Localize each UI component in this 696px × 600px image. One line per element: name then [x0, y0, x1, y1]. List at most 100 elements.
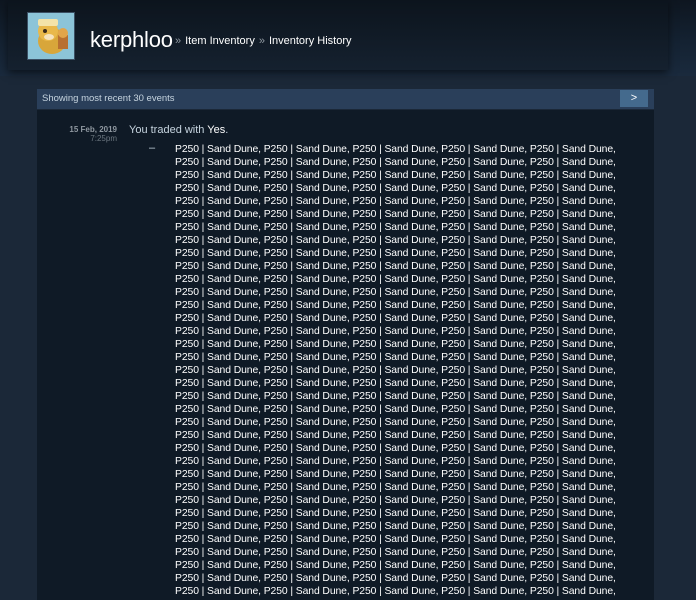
traded-item-link[interactable]: P250 | Sand Dune [175, 495, 258, 506]
traded-item-link[interactable]: P250 | Sand Dune [441, 339, 524, 350]
traded-item-link[interactable]: P250 | Sand Dune [264, 183, 347, 194]
traded-item-link[interactable]: P250 | Sand Dune [441, 378, 524, 389]
traded-item-link[interactable]: P250 | Sand Dune [352, 235, 435, 246]
traded-item-link[interactable]: P250 | Sand Dune [264, 235, 347, 246]
traded-item-link[interactable]: P250 | Sand Dune [264, 222, 347, 233]
traded-item-link[interactable]: P250 | Sand Dune [441, 430, 524, 441]
traded-item-link[interactable]: P250 | Sand Dune [441, 183, 524, 194]
traded-item-link[interactable]: P250 | Sand Dune [352, 222, 435, 233]
traded-item-link[interactable]: P250 | Sand Dune [441, 404, 524, 415]
traded-item-link[interactable]: P250 | Sand Dune [175, 144, 258, 155]
traded-item-link[interactable]: P250 | Sand Dune [441, 326, 524, 337]
traded-item-link[interactable]: P250 | Sand Dune [352, 313, 435, 324]
traded-item-link[interactable]: P250 | Sand Dune [264, 170, 347, 181]
traded-item-link[interactable]: P250 | Sand Dune [352, 274, 435, 285]
traded-item-link[interactable]: P250 | Sand Dune [530, 339, 613, 350]
traded-item-link[interactable]: P250 | Sand Dune [264, 430, 347, 441]
traded-item-link[interactable]: P250 | Sand Dune [175, 170, 258, 181]
traded-item-link[interactable]: P250 | Sand Dune [530, 170, 613, 181]
traded-item-link[interactable]: P250 | Sand Dune [175, 508, 258, 519]
traded-item-link[interactable]: P250 | Sand Dune [441, 547, 524, 558]
next-page-button[interactable]: > [620, 90, 648, 107]
trade-partner-link[interactable]: Yes [207, 124, 225, 136]
traded-item-link[interactable]: P250 | Sand Dune [175, 586, 258, 597]
traded-item-link[interactable]: P250 | Sand Dune [530, 391, 613, 402]
traded-item-link[interactable]: P250 | Sand Dune [175, 482, 258, 493]
traded-item-link[interactable]: P250 | Sand Dune [352, 183, 435, 194]
traded-item-link[interactable]: P250 | Sand Dune [264, 534, 347, 545]
traded-item-link[interactable]: P250 | Sand Dune [175, 287, 258, 298]
traded-item-link[interactable]: P250 | Sand Dune [441, 365, 524, 376]
traded-item-link[interactable]: P250 | Sand Dune [175, 547, 258, 558]
traded-item-link[interactable]: P250 | Sand Dune [352, 261, 435, 272]
previous-page-button[interactable] [592, 90, 618, 107]
traded-item-link[interactable]: P250 | Sand Dune [530, 560, 613, 571]
traded-item-link[interactable]: P250 | Sand Dune [264, 495, 347, 506]
traded-item-link[interactable]: P250 | Sand Dune [175, 404, 258, 415]
traded-item-link[interactable]: P250 | Sand Dune [352, 547, 435, 558]
traded-item-link[interactable]: P250 | Sand Dune [441, 521, 524, 532]
traded-item-link[interactable]: P250 | Sand Dune [352, 482, 435, 493]
traded-item-link[interactable]: P250 | Sand Dune [441, 417, 524, 428]
traded-item-link[interactable]: P250 | Sand Dune [264, 209, 347, 220]
traded-item-link[interactable]: P250 | Sand Dune [264, 417, 347, 428]
traded-item-link[interactable]: P250 | Sand Dune [530, 547, 613, 558]
traded-item-link[interactable]: P250 | Sand Dune [530, 313, 613, 324]
traded-item-link[interactable]: P250 | Sand Dune [352, 300, 435, 311]
persona-name[interactable]: kerphloo [90, 28, 173, 52]
traded-item-link[interactable]: P250 | Sand Dune [264, 144, 347, 155]
traded-item-link[interactable]: P250 | Sand Dune [175, 235, 258, 246]
traded-item-link[interactable]: P250 | Sand Dune [352, 157, 435, 168]
traded-item-link[interactable]: P250 | Sand Dune [441, 534, 524, 545]
traded-item-link[interactable]: P250 | Sand Dune [264, 508, 347, 519]
traded-item-link[interactable]: P250 | Sand Dune [175, 261, 258, 272]
traded-item-link[interactable]: P250 | Sand Dune [264, 326, 347, 337]
traded-item-link[interactable]: P250 | Sand Dune [352, 248, 435, 259]
traded-item-link[interactable]: P250 | Sand Dune [352, 144, 435, 155]
traded-item-link[interactable]: P250 | Sand Dune [352, 469, 435, 480]
traded-item-link[interactable]: P250 | Sand Dune [441, 274, 524, 285]
traded-item-link[interactable]: P250 | Sand Dune [441, 209, 524, 220]
traded-item-link[interactable]: P250 | Sand Dune [175, 430, 258, 441]
traded-item-link[interactable]: P250 | Sand Dune [264, 560, 347, 571]
traded-item-link[interactable]: P250 | Sand Dune [264, 547, 347, 558]
traded-item-link[interactable]: P250 | Sand Dune [530, 573, 613, 584]
traded-item-link[interactable]: P250 | Sand Dune [352, 456, 435, 467]
traded-item-link[interactable]: P250 | Sand Dune [530, 495, 613, 506]
traded-item-link[interactable]: P250 | Sand Dune [264, 521, 347, 532]
traded-item-link[interactable]: P250 | Sand Dune [175, 183, 258, 194]
traded-item-link[interactable]: P250 | Sand Dune [175, 378, 258, 389]
traded-item-link[interactable]: P250 | Sand Dune [441, 573, 524, 584]
traded-item-link[interactable]: P250 | Sand Dune [352, 391, 435, 402]
traded-item-link[interactable]: P250 | Sand Dune [175, 209, 258, 220]
user-avatar[interactable] [27, 12, 75, 60]
traded-item-link[interactable]: P250 | Sand Dune [441, 313, 524, 324]
traded-item-link[interactable]: P250 | Sand Dune [441, 391, 524, 402]
traded-item-link[interactable]: P250 | Sand Dune [264, 261, 347, 272]
traded-item-link[interactable]: P250 | Sand Dune [264, 365, 347, 376]
traded-item-link[interactable]: P250 | Sand Dune [175, 157, 258, 168]
traded-item-link[interactable]: P250 | Sand Dune [441, 456, 524, 467]
traded-item-link[interactable]: P250 | Sand Dune [175, 469, 258, 480]
traded-item-link[interactable]: P250 | Sand Dune [264, 339, 347, 350]
traded-item-link[interactable]: P250 | Sand Dune [530, 404, 613, 415]
traded-item-link[interactable]: P250 | Sand Dune [441, 157, 524, 168]
traded-item-link[interactable]: P250 | Sand Dune [352, 352, 435, 363]
traded-item-link[interactable]: P250 | Sand Dune [441, 170, 524, 181]
traded-item-link[interactable]: P250 | Sand Dune [264, 469, 347, 480]
traded-item-link[interactable]: P250 | Sand Dune [264, 573, 347, 584]
traded-item-link[interactable]: P250 | Sand Dune [530, 456, 613, 467]
traded-item-link[interactable]: P250 | Sand Dune [352, 404, 435, 415]
traded-item-link[interactable]: P250 | Sand Dune [530, 586, 613, 597]
traded-item-link[interactable]: P250 | Sand Dune [264, 248, 347, 259]
traded-item-link[interactable]: P250 | Sand Dune [530, 248, 613, 259]
traded-item-link[interactable]: P250 | Sand Dune [175, 313, 258, 324]
traded-item-link[interactable]: P250 | Sand Dune [530, 417, 613, 428]
traded-item-link[interactable]: P250 | Sand Dune [352, 378, 435, 389]
traded-item-link[interactable]: P250 | Sand Dune [264, 313, 347, 324]
traded-item-link[interactable]: P250 | Sand Dune [530, 300, 613, 311]
traded-item-link[interactable]: P250 | Sand Dune [530, 144, 613, 155]
traded-item-link[interactable]: P250 | Sand Dune [530, 469, 613, 480]
traded-item-link[interactable]: P250 | Sand Dune [441, 144, 524, 155]
traded-item-link[interactable]: P250 | Sand Dune [264, 456, 347, 467]
